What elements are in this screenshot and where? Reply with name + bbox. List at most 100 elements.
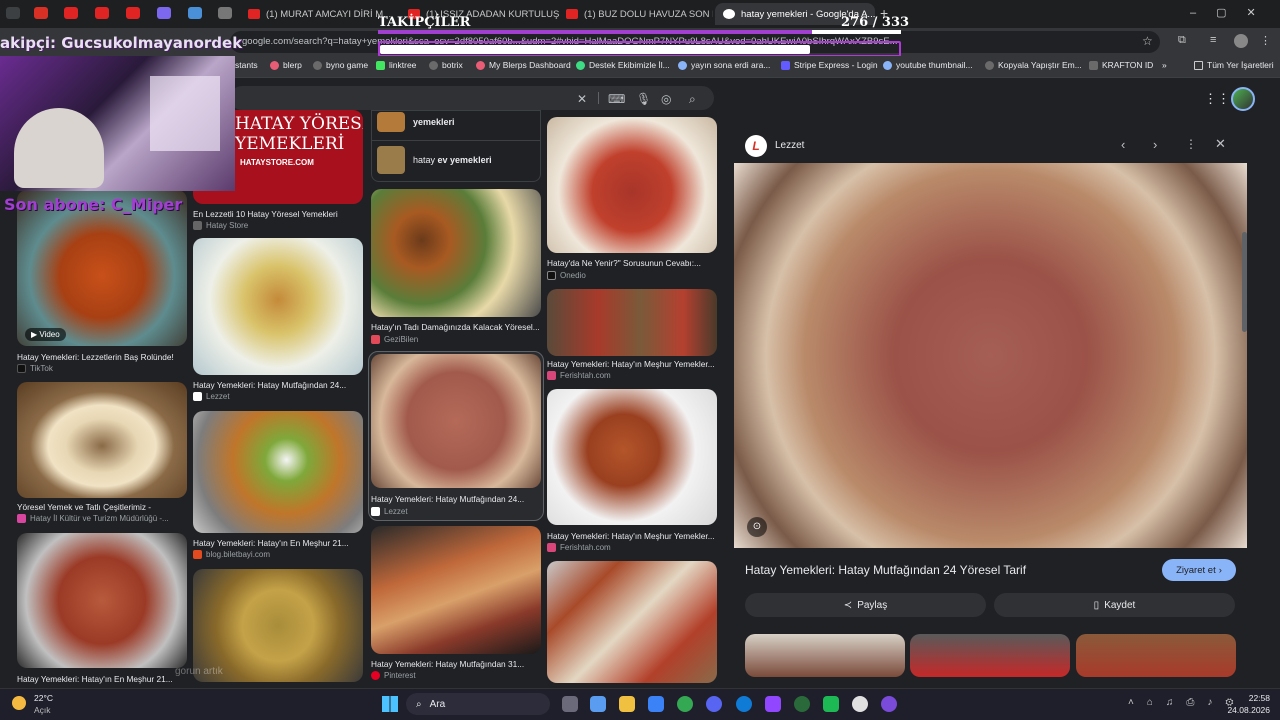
bookmark[interactable]: blerp (270, 60, 302, 70)
clock-date[interactable]: 24.08.2026 (1220, 705, 1270, 715)
pinned-tab-icon[interactable] (34, 7, 48, 19)
bookmark[interactable]: KRAFTON ID (1089, 60, 1153, 70)
bookmark-icon (576, 60, 585, 70)
lens-search-icon[interactable]: ⊙ (747, 517, 767, 537)
bookmark[interactable]: Kopyala Yapıştır Em... (985, 60, 1082, 70)
pinned-tab-icon[interactable] (218, 7, 232, 19)
panel-title[interactable]: Hatay Yemekleri: Hatay Mutfağından 24 Yö… (745, 563, 1026, 577)
extensions-icon[interactable]: ⧉ (1178, 34, 1186, 47)
weather-condition[interactable]: Açık (34, 705, 51, 715)
chevron-right-icon: › (1218, 564, 1222, 576)
keyboard-icon[interactable]: ⌨ (608, 92, 625, 106)
store-icon[interactable] (648, 696, 664, 712)
related-image[interactable] (745, 634, 905, 677)
bookmarks-overflow[interactable]: » (1162, 60, 1167, 70)
image-caption[interactable]: Hatay'ın Tadı Damağınızda Kalacak Yörese… (371, 322, 541, 332)
bookmark[interactable]: botrix (429, 60, 463, 70)
bookmark[interactable]: Destek Ekibimizle İl... (576, 60, 670, 70)
youtube-icon (566, 9, 578, 19)
chrome-icon[interactable] (677, 696, 693, 712)
image-kebab-plate[interactable] (17, 533, 187, 668)
windows-taskbar (0, 688, 1280, 720)
discord-icon[interactable] (706, 696, 722, 712)
visit-button[interactable]: Ziyaret et › (1162, 559, 1236, 581)
image-caption[interactable]: Hatay Yemekleri: Lezzetlerin Baş Rolünde… (17, 352, 187, 362)
apps-grid-icon[interactable]: ⋮⋮ (1204, 91, 1230, 107)
image-ferishtah-1[interactable] (547, 289, 717, 356)
task-view-icon[interactable] (562, 696, 578, 712)
preview-image-tepsi-kebabi[interactable]: ⊙ (734, 163, 1247, 548)
image-caption[interactable]: Hatay Yemekleri: Hatay'ın Meşhur Yemekle… (547, 359, 717, 369)
image-caption[interactable]: Hatay'da Ne Yenir?" Sorusunun Cevabı:... (547, 258, 717, 268)
bookmark[interactable]: youtube thumbnail... (883, 60, 973, 70)
previous-icon[interactable]: ‹ (1121, 137, 1125, 152)
app-icon[interactable] (794, 696, 810, 712)
image-caption[interactable]: Hatay Yemekleri: Hatay Mutfağından 24... (193, 380, 363, 390)
image-caption[interactable]: Hatay Yemekleri: Hatay Mutfağından 31... (371, 659, 541, 669)
related-thumb (377, 112, 405, 132)
image-durum-wrap[interactable] (371, 526, 541, 654)
pinned-tab-icon[interactable] (188, 7, 202, 19)
reading-list-icon[interactable]: ≡ (1210, 34, 1216, 46)
file-explorer-icon[interactable] (619, 696, 635, 712)
bookmark[interactable]: byno game (313, 60, 368, 70)
tab-murat[interactable]: (1) MURAT AMCAYI DİRİ M... (240, 3, 400, 25)
image-roast-chicken-rice[interactable] (193, 238, 363, 375)
clear-icon[interactable]: ✕ (577, 92, 587, 106)
image-icli-kofte[interactable] (547, 389, 717, 525)
related-search-link[interactable]: yemekleri (413, 117, 455, 127)
bookmark[interactable]: My Blerps Dashboard (476, 60, 571, 70)
clock-time[interactable]: 22:58 (1228, 693, 1270, 703)
bookmark-star-icon[interactable]: ☆ (1142, 34, 1153, 48)
pinned-youtube-icon[interactable] (95, 7, 109, 19)
weather-temp[interactable]: 22°C (34, 693, 53, 703)
save-button[interactable]: ▯ Kaydet (994, 593, 1235, 617)
edge-icon[interactable] (736, 696, 752, 712)
image-caption[interactable]: Yöresel Yemek ve Tatlı Çeşitlerimiz - (17, 502, 187, 512)
share-button[interactable]: ≺ Paylaş (745, 593, 986, 617)
more-icon[interactable]: ⋮ (1185, 137, 1197, 151)
close-panel-icon[interactable]: ✕ (1215, 136, 1226, 152)
panel-scrollbar[interactable] (1242, 232, 1247, 332)
image-tepsi-kebabi-selected[interactable] (371, 354, 541, 488)
next-icon[interactable]: › (1153, 137, 1157, 152)
twitch-icon[interactable] (765, 696, 781, 712)
app-icon[interactable] (881, 696, 897, 712)
window-controls[interactable]: –▢✕ (1190, 6, 1276, 19)
image-caption[interactable]: Hatay Yemekleri: Hatay'ın En Meşhur 21..… (17, 674, 187, 684)
image-caption[interactable]: Hatay Yemekleri: Hatay'ın Meşhur Yemekle… (547, 531, 717, 541)
image-tepsi-onedio[interactable] (547, 117, 717, 253)
bookmark[interactable]: linktree (376, 60, 416, 70)
app-icon[interactable] (590, 696, 606, 712)
obs-icon[interactable] (852, 696, 868, 712)
tab-search-icon[interactable] (6, 7, 20, 19)
lens-icon[interactable]: ◎ (661, 92, 671, 106)
related-search-link[interactable]: hatay ev yemekleri (413, 155, 492, 165)
image-mezze-spread[interactable] (371, 189, 541, 317)
account-avatar[interactable] (1231, 87, 1255, 111)
panel-source[interactable]: Lezzet (775, 140, 804, 151)
tab-buz-dolu[interactable]: (1) BUZ DOLU HAVUZA SON DI... (558, 3, 713, 25)
taskbar-search[interactable]: ⌕ Ara (406, 693, 550, 715)
image-collage[interactable] (547, 561, 717, 683)
menu-icon[interactable]: ⋮ (1260, 34, 1271, 47)
related-image[interactable] (910, 634, 1070, 677)
related-image[interactable] (1076, 634, 1236, 677)
bookmark[interactable]: Stripe Express - Login (781, 60, 878, 70)
pinned-youtube-icon[interactable] (126, 7, 140, 19)
image-caption[interactable]: En Lezzetli 10 Hatay Yöresel Yemekleri (193, 209, 363, 219)
pinned-tab-icon[interactable] (157, 7, 171, 19)
image-caption[interactable]: Hatay Yemekleri: Hatay'ın En Meşhur 21..… (193, 538, 363, 548)
search-icon[interactable]: ⌕ (689, 92, 696, 107)
profile-avatar[interactable] (1234, 34, 1248, 48)
bookmark[interactable]: stants (235, 60, 258, 70)
image-kunefe[interactable] (193, 411, 363, 533)
app-icon[interactable] (823, 696, 839, 712)
bookmark[interactable]: yayın sona erdi ara... (678, 60, 770, 70)
all-bookmarks[interactable]: Tüm Yer İşaretleri (1194, 60, 1274, 70)
windows-start-icon[interactable] (382, 696, 398, 712)
image-bread-ring[interactable] (17, 382, 187, 498)
mic-icon[interactable]: 🎙 (636, 92, 651, 106)
image-caption[interactable]: Hatay Yemekleri: Hatay Mutfağından 24... (371, 494, 541, 504)
pinned-youtube-icon[interactable] (64, 7, 78, 19)
